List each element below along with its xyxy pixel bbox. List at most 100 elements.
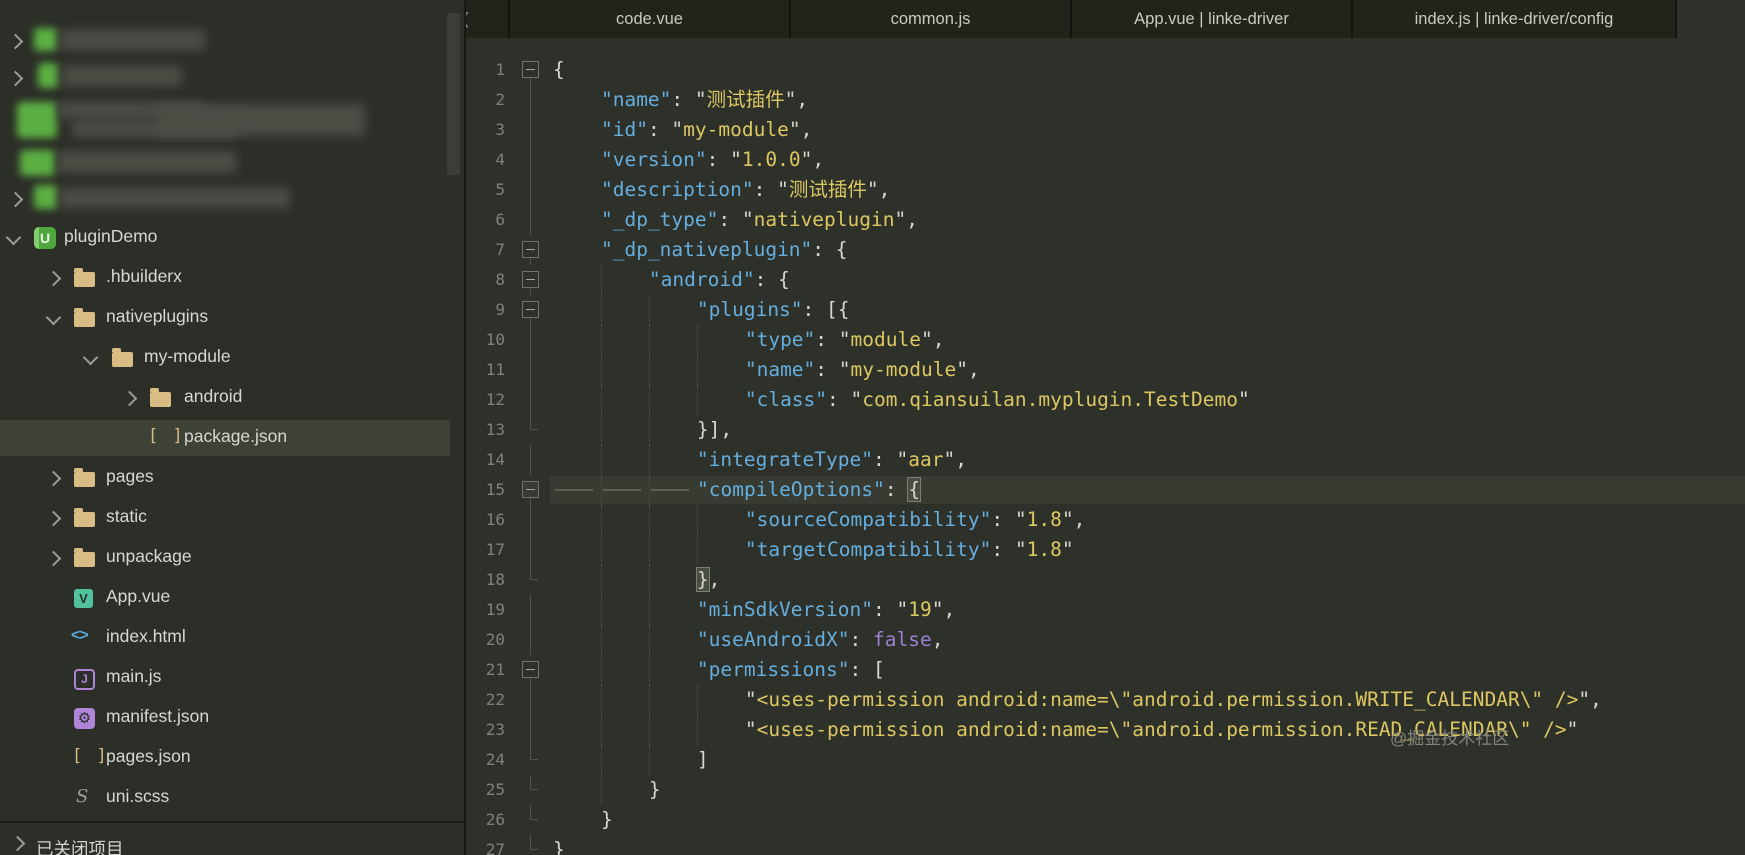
tree-item-static[interactable]: static — [0, 500, 464, 536]
chevron-down-icon[interactable] — [82, 349, 99, 366]
tree-item-index-html[interactable]: <> index.html — [0, 620, 464, 656]
code-line-15[interactable]: 15 "compileOptions": { — [466, 475, 1745, 505]
tree-item-App-vue[interactable]: V App.vue — [0, 580, 464, 616]
tree-item-uni-scss[interactable]: Suni.scss — [0, 780, 464, 816]
code-line-20[interactable]: 20 "useAndroidX": false, — [466, 625, 1745, 655]
line-number: 27 — [485, 840, 505, 855]
code-line-7[interactable]: 7 "_dp_nativeplugin": { — [466, 235, 1745, 265]
token-pun: , — [1590, 688, 1602, 711]
token-key: "_dp_type" — [600, 208, 719, 231]
code-line-1[interactable]: 1{ — [466, 55, 1745, 85]
sidebar-scrollbar-thumb[interactable] — [447, 13, 460, 175]
chevron-right-icon[interactable] — [45, 270, 62, 287]
code-line-18[interactable]: 18 }, — [466, 565, 1745, 595]
token-pun: : [ — [849, 658, 885, 681]
code-line-13[interactable]: 13 }], — [466, 415, 1745, 445]
code-line-21[interactable]: 21 "permissions": [ — [466, 655, 1745, 685]
fold-collapse-icon[interactable] — [522, 61, 539, 78]
token-str: 1.0.0 — [741, 148, 801, 171]
token-str: aar — [908, 448, 944, 471]
tab-code.vue[interactable]: code.vue — [510, 0, 791, 38]
token-key: "version" — [600, 148, 707, 171]
chevron-right-icon[interactable] — [7, 191, 24, 208]
token-pun: : [{ — [802, 298, 850, 321]
tree-item-pages[interactable]: pages — [0, 460, 464, 496]
tab-common.js[interactable]: common.js — [791, 0, 1072, 38]
code-text: "plugins": [{ — [553, 295, 850, 325]
tree-item-hbuilderx[interactable]: .hbuilderx — [0, 260, 464, 296]
line-number: 22 — [485, 690, 505, 709]
fold-collapse-icon[interactable] — [522, 481, 539, 498]
code-line-11[interactable]: 11 "name": "my-module", — [466, 355, 1745, 385]
tree-item-my-module[interactable]: my-module — [0, 340, 464, 376]
code-line-25[interactable]: 25 } — [466, 775, 1745, 805]
code-line-26[interactable]: 26 } — [466, 805, 1745, 835]
code-line-12[interactable]: 12 "class": "com.qiansuilan.myplugin.Tes… — [466, 385, 1745, 415]
chevron-down-icon[interactable] — [5, 229, 22, 246]
fold-collapse-icon[interactable] — [522, 241, 539, 258]
code-line-4[interactable]: 4 "version": "1.0.0", — [466, 145, 1745, 175]
fold-collapse-icon[interactable] — [522, 661, 539, 678]
token-pun: : — [753, 178, 778, 201]
token-q: " — [1061, 508, 1074, 531]
code-line-8[interactable]: 8 "android": { — [466, 265, 1745, 295]
token-str: my-module — [850, 358, 957, 381]
tree-item-nativeplugins[interactable]: nativeplugins — [0, 300, 464, 336]
fold-collapse-icon[interactable] — [522, 271, 539, 288]
tree-item-unpackage[interactable]: unpackage — [0, 540, 464, 576]
closed-projects-row[interactable]: 已关闭项目 — [0, 830, 464, 855]
chevron-right-icon — [9, 835, 26, 852]
code-line-10[interactable]: 10 "type": "module", — [466, 325, 1745, 355]
tab-App.vue[interactable]: App.vue | linke-driver — [1072, 0, 1353, 38]
tab-label: ( — [466, 10, 469, 28]
chevron-right-icon[interactable] — [45, 470, 62, 487]
tree-item-main-js[interactable]: Jmain.js — [0, 660, 464, 696]
code-line-2[interactable]: 2 "name": "测试插件", — [466, 85, 1745, 115]
tree-item-pages-json[interactable]: [ ] pages.json — [0, 740, 464, 776]
code-line-24[interactable]: 24 ] — [466, 745, 1745, 775]
code-line-17[interactable]: 17 "targetCompatibility": "1.8" — [466, 535, 1745, 565]
fold-guide-line — [530, 115, 531, 145]
editor-tab-bar: ( code.vue common.js App.vue | linke-driver… — [466, 0, 1745, 38]
tree-item-package-json[interactable]: [ ] package.json — [0, 420, 464, 456]
code-line-22[interactable]: 22 "<uses-permission android:name=\"andr… — [466, 685, 1745, 715]
code-line-6[interactable]: 6 "_dp_type": "nativeplugin", — [466, 205, 1745, 235]
code-line-3[interactable]: 3 "id": "my-module", — [466, 115, 1745, 145]
tab-partial[interactable]: ( — [466, 0, 510, 38]
token-q: " — [943, 448, 956, 471]
chevron-right-icon[interactable] — [45, 510, 62, 527]
code-line-27[interactable]: 27} — [466, 835, 1745, 855]
token-q: " — [1014, 508, 1027, 531]
code-line-9[interactable]: 9 "plugins": [{ — [466, 295, 1745, 325]
token-key: "name" — [744, 358, 816, 381]
code-line-14[interactable]: 14 "integrateType": "aar", — [466, 445, 1745, 475]
line-number: 8 — [495, 270, 505, 289]
code-line-19[interactable]: 19 "minSdkVersion": "19", — [466, 595, 1745, 625]
tab-label: index.js | linke-driver/config — [1414, 10, 1614, 28]
json-file-icon: [ ] — [72, 746, 109, 766]
chevron-right-icon[interactable] — [7, 70, 24, 87]
tree-item-manifest-json[interactable]: ⚙ manifest.json — [0, 700, 464, 736]
fold-collapse-icon[interactable] — [522, 301, 539, 318]
token-key: "class" — [744, 388, 828, 411]
code-line-23[interactable]: 23 "<uses-permission android:name=\"andr… — [466, 715, 1745, 745]
tree-item-android[interactable]: android — [0, 380, 464, 416]
code-text: "name": "测试插件", — [553, 85, 808, 115]
token-key: "name" — [600, 88, 672, 111]
token-q: " — [1566, 718, 1579, 741]
folder-icon — [112, 348, 133, 367]
chevron-right-icon[interactable] — [121, 390, 138, 407]
code-text: "integrateType": "aar", — [553, 445, 967, 475]
chevron-right-icon[interactable] — [45, 550, 62, 567]
tab-index.js[interactable]: index.js | linke-driver/config — [1353, 0, 1677, 38]
code-line-5[interactable]: 5 "description": "测试插件", — [466, 175, 1745, 205]
code-editor[interactable]: 1{2 "name": "测试插件", 3 "id": "my-module", 4… — [466, 55, 1745, 855]
token-pun: : — [718, 208, 742, 231]
chevron-down-icon[interactable] — [45, 309, 62, 326]
token-q: " — [838, 328, 851, 351]
code-text: "compileOptions": { — [553, 475, 922, 505]
vue-file-icon: V — [74, 589, 93, 608]
chevron-right-icon[interactable] — [7, 33, 24, 50]
tree-item-pluginDemo[interactable]: UpluginDemo — [0, 220, 464, 256]
code-line-16[interactable]: 16 "sourceCompatibility": "1.8", — [466, 505, 1745, 535]
